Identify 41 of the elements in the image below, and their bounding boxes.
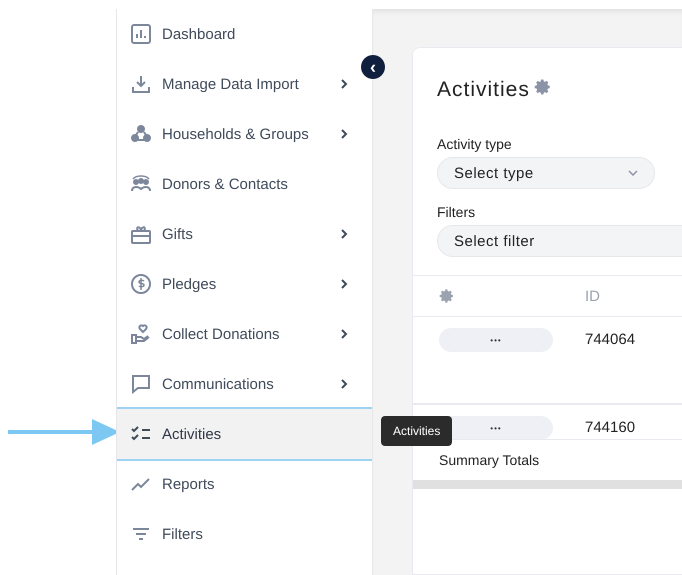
more-button[interactable]: ••• — [439, 328, 553, 352]
sidebar-item[interactable]: Pledges — [117, 259, 372, 309]
sidebar-item[interactable]: Gifts — [117, 209, 372, 259]
chat-bubble-icon — [130, 373, 152, 395]
table-cell-text: 744160 — [585, 418, 636, 436]
menu-label: Dashboard — [162, 26, 236, 42]
menu-label: Pledges — [162, 276, 218, 292]
menu-label: Activities — [162, 426, 222, 442]
table-cell-text: 744064 — [585, 330, 636, 348]
filter-dropdown[interactable]: Select filter — [437, 225, 682, 257]
settings-icon[interactable] — [534, 78, 552, 96]
people-group-icon — [130, 123, 152, 145]
collapse-button[interactable]: ‹ — [361, 55, 385, 79]
field-label: Activity type — [436, 136, 513, 152]
page-title: Activities — [437, 78, 530, 102]
menu-label: Filters — [162, 526, 204, 542]
column-header: ID — [585, 288, 600, 304]
tooltip: Activities — [381, 416, 452, 446]
activity-type-dropdown[interactable]: Select type — [437, 157, 655, 189]
menu-label: Reports — [162, 476, 216, 492]
sidebar-item[interactable]: Reports — [117, 459, 372, 509]
sidebar-item[interactable]: Filters — [117, 509, 372, 559]
chart-icon — [130, 23, 152, 45]
dollar-icon — [130, 273, 152, 295]
sidebar-item[interactable]: Households & Groups — [117, 109, 372, 159]
download-icon — [130, 73, 152, 95]
field-label: Filters — [436, 204, 476, 220]
sidebar-item[interactable]: Donors & Contacts — [117, 159, 372, 209]
menu-label: Households & Groups — [162, 126, 310, 142]
sidebar-item[interactable]: Communications — [117, 359, 372, 409]
sidebar-item[interactable]: Collect Donations — [117, 309, 372, 359]
sidebar-item[interactable]: Activities — [117, 407, 372, 461]
menu-label: Communications — [162, 376, 275, 392]
menu-label: Donors & Contacts — [162, 176, 289, 192]
scrollbar[interactable] — [413, 480, 682, 489]
hand-heart-icon — [130, 323, 152, 345]
chevron-down-icon — [628, 170, 638, 176]
settings-icon[interactable] — [439, 288, 455, 304]
menu-label: Collect Donations — [162, 326, 281, 342]
menu-label: Gifts — [162, 226, 194, 242]
menu-label: Manage Data Import — [162, 76, 300, 92]
